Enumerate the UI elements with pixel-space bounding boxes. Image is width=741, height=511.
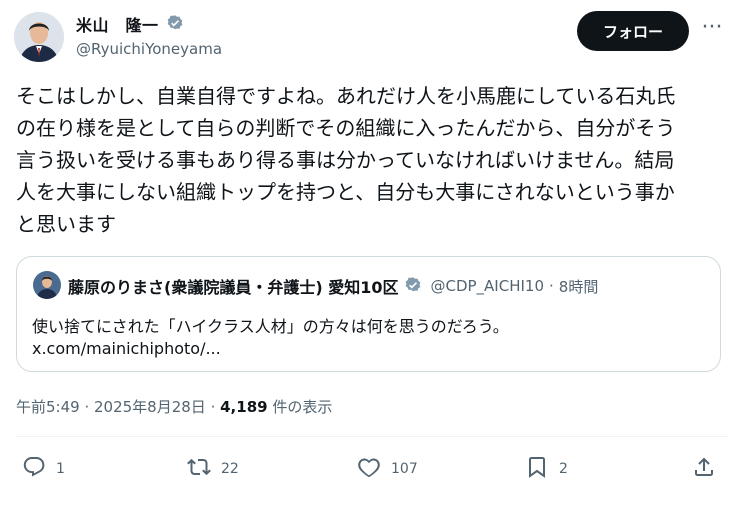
quoted-timestamp[interactable]: 8時間 xyxy=(559,276,599,297)
post-time[interactable]: 午前5:49 xyxy=(16,398,80,416)
repost-button[interactable]: 22 xyxy=(187,455,239,483)
author-avatar[interactable] xyxy=(14,12,64,62)
view-count-label: 件の表示 xyxy=(267,398,333,416)
reply-count: 1 xyxy=(56,461,65,477)
bookmark-button[interactable]: 2 xyxy=(525,455,568,483)
meta-separator: · xyxy=(79,398,94,416)
quoted-author-avatar[interactable] xyxy=(33,271,61,299)
quoted-post-card[interactable]: 藤原のりまさ(衆議院議員・弁護士) 愛知10区 @CDP_AICHI10 · 8… xyxy=(16,256,721,372)
verified-badge-icon xyxy=(165,14,185,34)
author-name[interactable]: 米山 隆一 xyxy=(76,12,159,36)
quoted-separator: · xyxy=(549,277,554,295)
quoted-post-link[interactable]: x.com/mainichiphoto/... xyxy=(32,339,221,358)
repost-count: 22 xyxy=(221,461,239,477)
post-text: そこはしかし、自業自得ですよね。あれだけ人を小馬鹿にしている石丸氏 の在り様を是… xyxy=(16,84,676,236)
reply-button[interactable]: 1 xyxy=(22,455,65,483)
like-button[interactable]: 107 xyxy=(357,455,418,483)
share-icon xyxy=(692,455,716,483)
post-meta: 午前5:49 · 2025年8月28日 · 4,189 件の表示 xyxy=(16,396,332,417)
view-count: 4,189 xyxy=(220,398,268,416)
quoted-author-handle[interactable]: @CDP_AICHI10 xyxy=(430,277,544,295)
post-date[interactable]: 2025年8月28日 xyxy=(94,398,206,416)
quoted-header: 藤原のりまさ(衆議院議員・弁護士) 愛知10区 @CDP_AICHI10 · 8… xyxy=(68,274,598,298)
follow-button[interactable]: フォロー xyxy=(577,11,689,51)
bookmark-icon xyxy=(525,455,549,483)
share-button[interactable] xyxy=(692,455,716,483)
author-name-row: 米山 隆一 xyxy=(76,12,185,36)
meta-separator: · xyxy=(205,398,221,416)
quoted-author-name[interactable]: 藤原のりまさ(衆議院議員・弁護士) 愛知10区 xyxy=(68,274,398,298)
bookmark-count: 2 xyxy=(559,461,568,477)
quoted-verified-badge-icon xyxy=(403,276,423,296)
more-options-icon[interactable]: ··· xyxy=(698,17,726,44)
heart-icon xyxy=(357,455,381,483)
divider xyxy=(16,436,728,437)
author-handle[interactable]: @RyuichiYoneyama xyxy=(76,40,222,58)
reply-icon xyxy=(22,455,46,483)
repost-icon xyxy=(187,455,211,483)
quoted-post-text: 使い捨てにされた「ハイクラス人材」の方々は何を思うのだろう。 xyxy=(32,317,509,336)
like-count: 107 xyxy=(391,461,418,477)
